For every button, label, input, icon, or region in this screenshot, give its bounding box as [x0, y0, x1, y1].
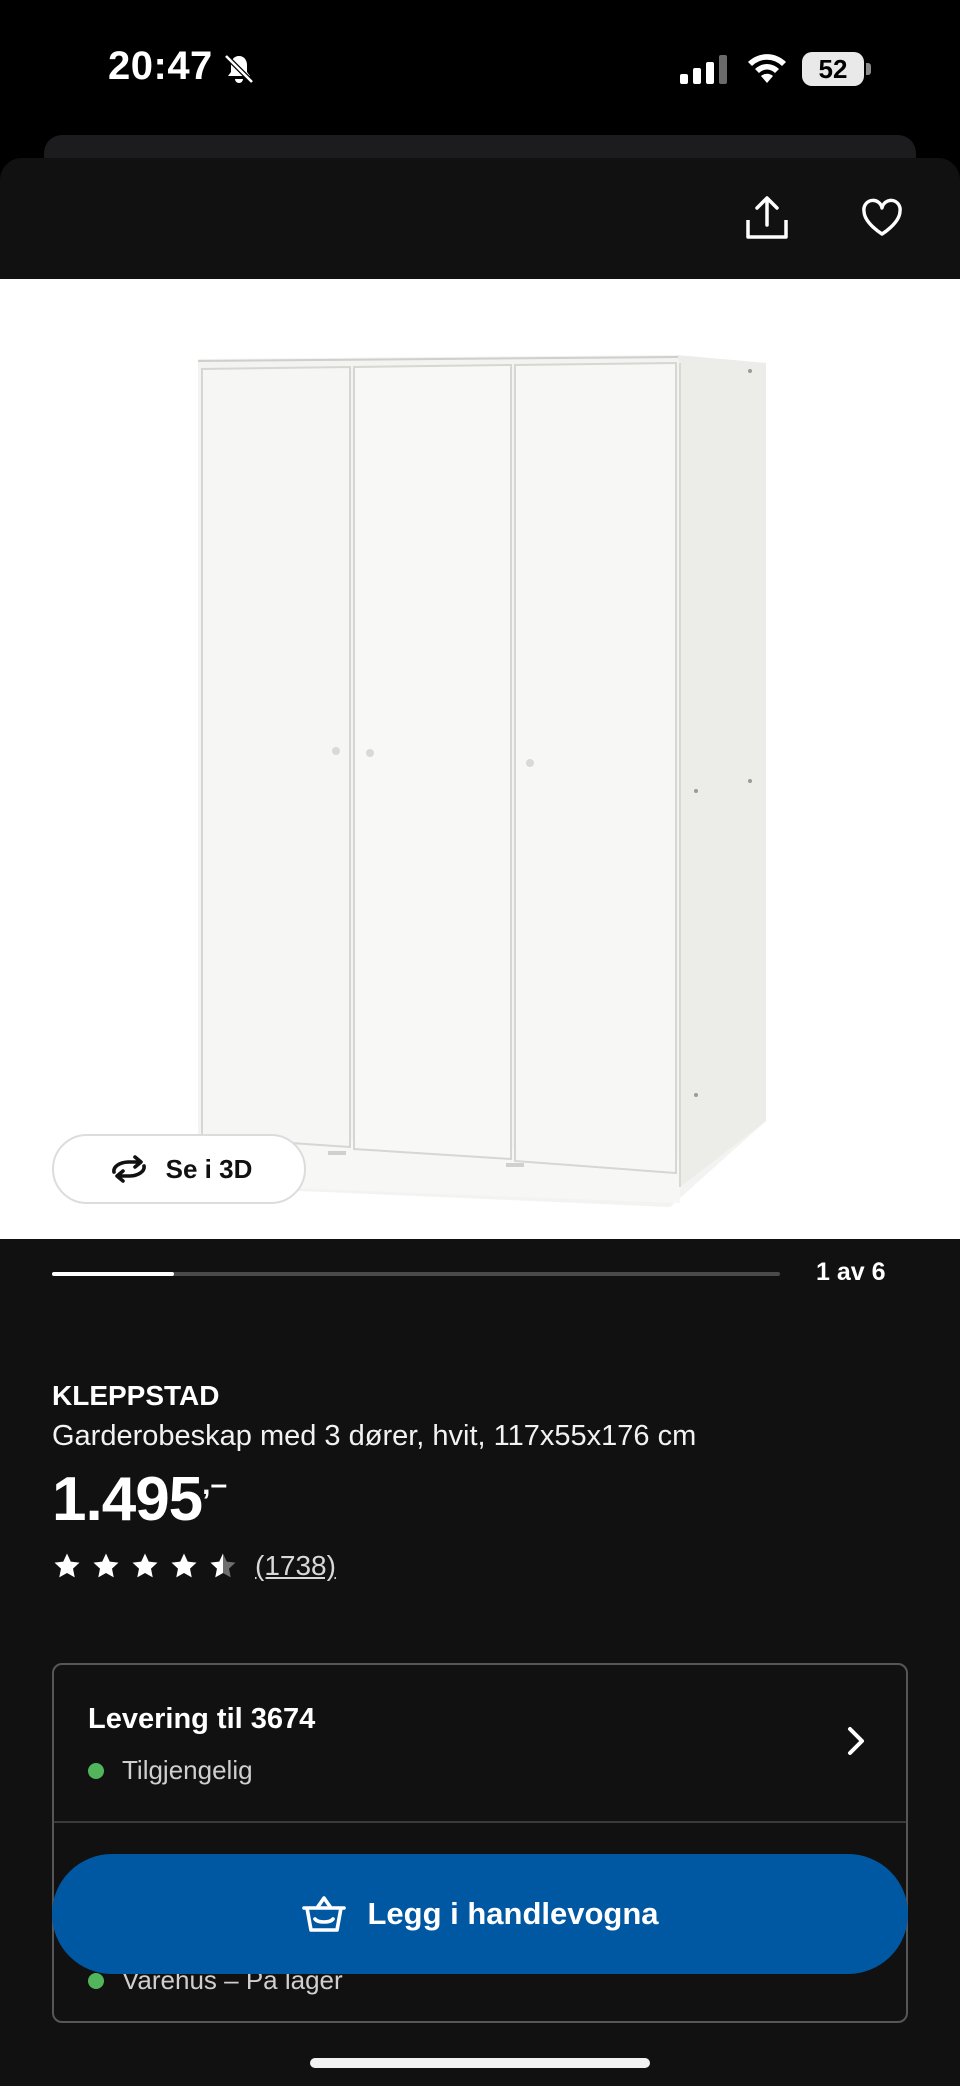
shopping-basket-icon	[302, 1896, 347, 1932]
cellular-signal-icon	[680, 55, 727, 84]
delivery-status: Tilgjengelig	[88, 1755, 253, 1786]
product-price: 1.495,–	[52, 1464, 227, 1535]
status-bar: 20:47 52	[0, 0, 960, 135]
chevron-right-icon	[848, 1727, 864, 1755]
battery-tip	[866, 63, 871, 75]
add-to-cart-button[interactable]: Legg i handlevogna	[52, 1854, 908, 1974]
price-value: 1.495	[52, 1465, 203, 1534]
star-icon	[54, 1553, 80, 1578]
product-name: KLEPPSTAD	[52, 1380, 220, 1411]
star-icon	[132, 1553, 158, 1578]
heart-icon[interactable]	[860, 196, 904, 240]
half-star-icon	[210, 1553, 236, 1578]
card-divider	[54, 1821, 906, 1823]
gallery-progress-bar	[52, 1272, 780, 1276]
star-icon	[93, 1553, 119, 1578]
wardrobe-product-image	[197, 355, 766, 1207]
see-in-3d-label: Se i 3D	[165, 1153, 253, 1184]
status-time: 20:47	[108, 44, 213, 88]
delivery-status-label: Tilgjengelig	[122, 1755, 253, 1785]
status-dot-icon	[88, 1972, 104, 1989]
battery-indicator: 52	[802, 52, 872, 86]
rotate-3d-icon	[111, 1155, 146, 1183]
product-description: Garderobeskap med 3 dører, hvit, 117x55x…	[52, 1420, 697, 1452]
star-icon	[171, 1553, 197, 1578]
price-suffix: ,–	[202, 1468, 228, 1501]
delivery-row[interactable]: Levering til 3674 Tilgjengelig	[54, 1665, 906, 1821]
status-dot-icon	[88, 1762, 104, 1779]
product-sheet: Se i 3D 1 av 6 KLEPPSTAD Garderobeskap m…	[0, 158, 960, 2086]
wifi-icon	[748, 54, 786, 83]
delivery-title: Levering til 3674	[88, 1703, 316, 1735]
bell-muted-icon	[224, 54, 254, 84]
gallery-progress-fill	[52, 1272, 174, 1276]
gallery-counter: 1 av 6	[816, 1258, 886, 1286]
product-rating[interactable]: (1738)	[52, 1548, 336, 1584]
product-image-carousel[interactable]: Se i 3D	[0, 279, 960, 1239]
home-indicator[interactable]	[310, 2058, 650, 2068]
see-in-3d-button[interactable]: Se i 3D	[52, 1134, 306, 1204]
review-count-link[interactable]: (1738)	[255, 1550, 336, 1582]
add-to-cart-label: Legg i handlevogna	[367, 1896, 659, 1931]
battery-level: 52	[802, 52, 864, 86]
share-icon[interactable]	[742, 194, 792, 244]
